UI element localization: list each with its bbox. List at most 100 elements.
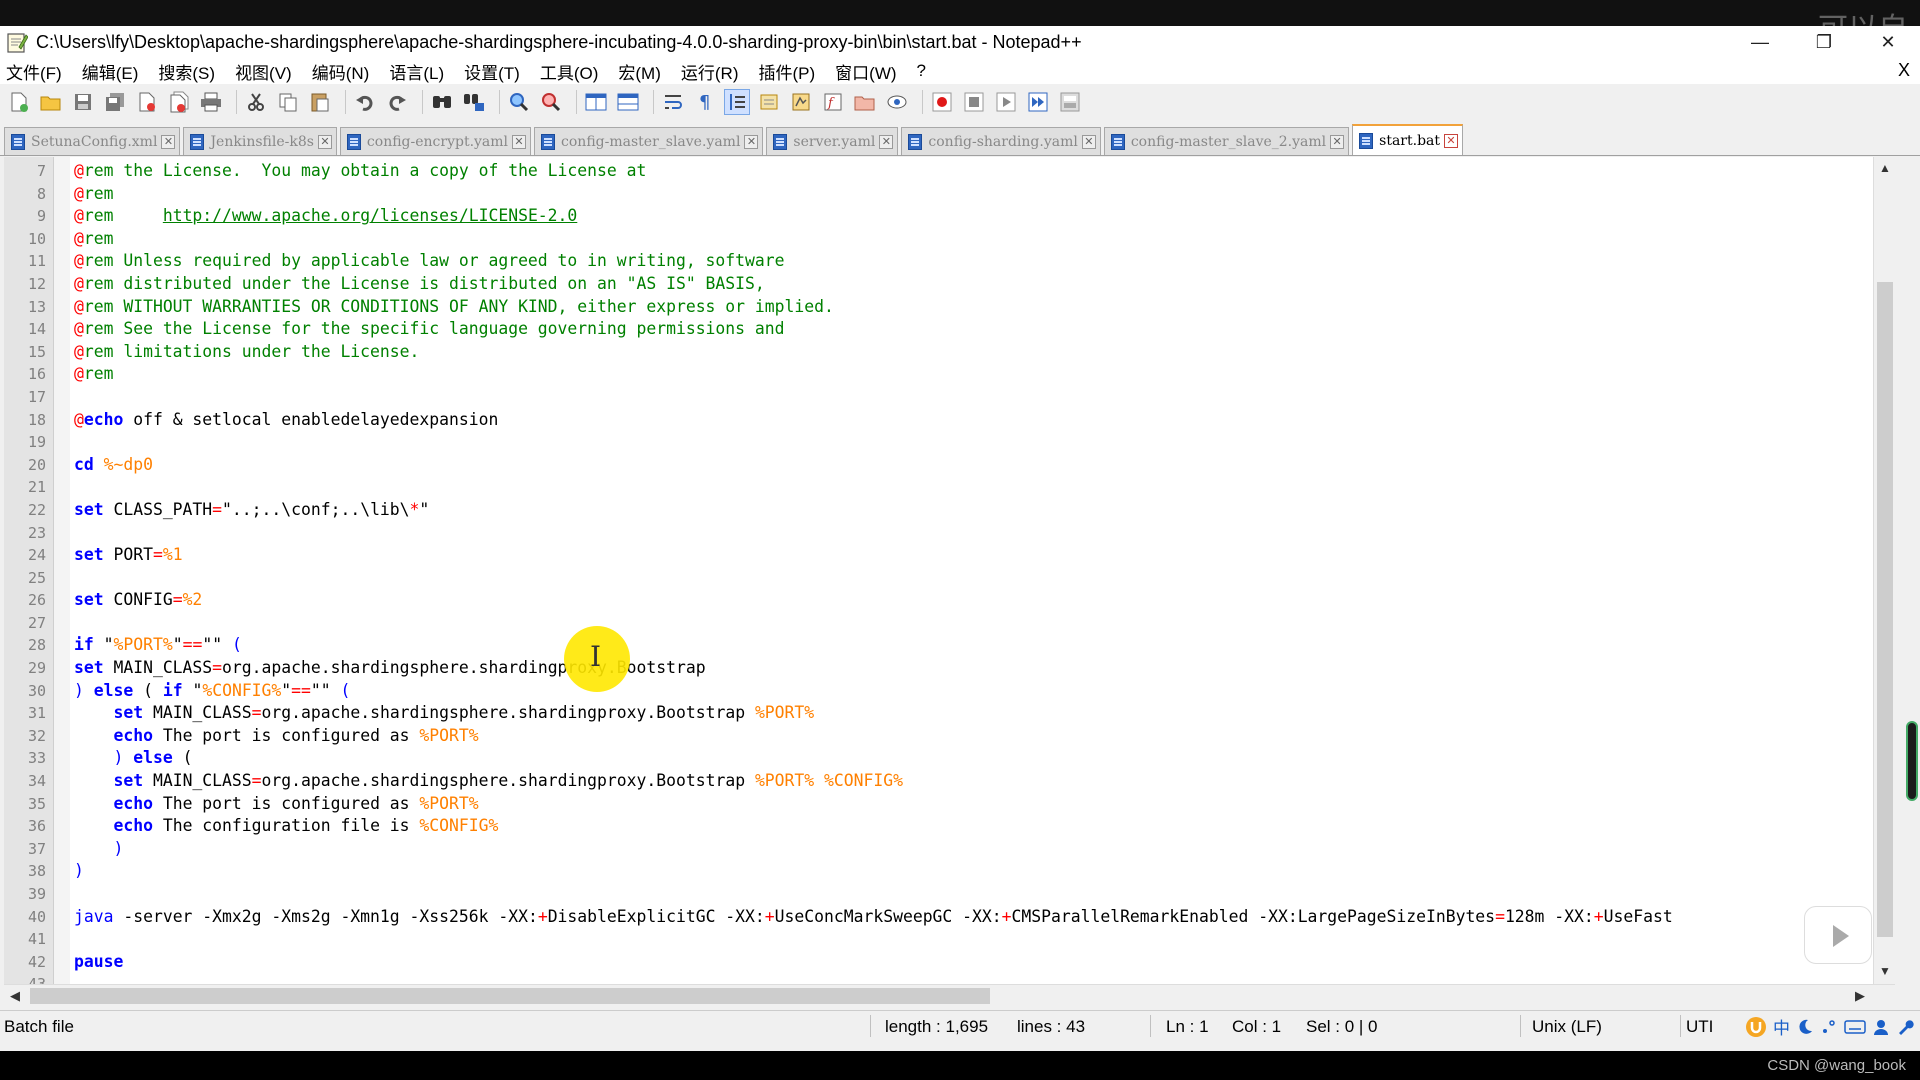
keyboard-icon[interactable] bbox=[1844, 1018, 1866, 1036]
code-line[interactable]: 24 set PORT=%1 bbox=[4, 544, 1895, 567]
tab-close-icon[interactable]: ✕ bbox=[512, 134, 527, 149]
code-line[interactable]: 22 set CLASS_PATH="..;..\conf;..\lib\*" bbox=[4, 499, 1895, 522]
save-macro-icon[interactable] bbox=[1057, 89, 1083, 115]
copy-icon[interactable] bbox=[275, 89, 301, 115]
indent-guide-icon[interactable] bbox=[724, 89, 750, 115]
code-line[interactable]: 30) else ( if "%CONFIG%"=="" ( bbox=[4, 680, 1895, 703]
code-line[interactable]: 31 set MAIN_CLASS=org.apache.shardingsph… bbox=[4, 702, 1895, 725]
folder-as-workspace-icon[interactable] bbox=[852, 89, 878, 115]
word-wrap-icon[interactable] bbox=[660, 89, 686, 115]
tab-config-master-slave-2-yaml[interactable]: config-master_slave_2.yaml ✕ bbox=[1103, 127, 1350, 155]
tab-close-icon[interactable]: ✕ bbox=[879, 134, 894, 149]
menu-language[interactable]: 语言(L) bbox=[389, 59, 444, 84]
code-line[interactable]: 41 bbox=[4, 928, 1895, 951]
code-line[interactable]: 13 @rem WITHOUT WARRANTIES OR CONDITIONS … bbox=[4, 296, 1895, 319]
menu-file[interactable]: 文件(F) bbox=[6, 59, 62, 84]
playback-macro-icon[interactable] bbox=[993, 89, 1019, 115]
tab-close-icon[interactable]: ✕ bbox=[161, 134, 176, 149]
show-all-characters-icon[interactable]: ¶ bbox=[692, 89, 718, 115]
code-line[interactable]: 29 set MAIN_CLASS=org.apache.shardingsphe… bbox=[4, 657, 1895, 680]
tab-setunaconfig-xml[interactable]: SetunaConfig.xml ✕ bbox=[4, 127, 181, 155]
code-line[interactable]: 11 @rem Unless required by applicable law… bbox=[4, 250, 1895, 273]
stop-recording-icon[interactable] bbox=[961, 89, 987, 115]
open-file-icon[interactable] bbox=[38, 89, 64, 115]
code-line[interactable]: 14 @rem See the License for the specific … bbox=[4, 318, 1895, 341]
scroll-left-icon[interactable]: ◀ bbox=[10, 988, 20, 1004]
code-line[interactable]: 8 @rem bbox=[4, 183, 1895, 206]
undo-icon[interactable] bbox=[352, 89, 378, 115]
tab-close-icon[interactable]: ✕ bbox=[1330, 134, 1345, 149]
cut-icon[interactable] bbox=[243, 89, 269, 115]
code-line[interactable]: 12 @rem distributed under the License is … bbox=[4, 273, 1895, 296]
code-line[interactable]: 40 java -server -Xmx2g -Xms2g -Xmn1g -Xss… bbox=[4, 906, 1895, 929]
run-macro-multiple-icon[interactable] bbox=[1025, 89, 1051, 115]
menu-edit[interactable]: 编辑(E) bbox=[82, 59, 139, 84]
horizontal-scrollbar[interactable]: ◀ ▶ bbox=[4, 984, 1895, 1006]
tab-jenkinsfile-k8s[interactable]: Jenkinsfile-k8s ✕ bbox=[183, 127, 337, 155]
video-play-icon[interactable] bbox=[1804, 906, 1872, 964]
status-encoding[interactable]: UTI bbox=[1686, 1017, 1713, 1037]
code-line[interactable]: 23 bbox=[4, 522, 1895, 545]
code-line[interactable]: 16 @rem bbox=[4, 363, 1895, 386]
close-window-button[interactable]: ✕ bbox=[1856, 26, 1920, 58]
status-eol[interactable]: Unix (LF) bbox=[1532, 1017, 1602, 1037]
code-line[interactable]: 25 bbox=[4, 567, 1895, 590]
code-line[interactable]: 37 ) bbox=[4, 838, 1895, 861]
restore-button[interactable]: ❐ bbox=[1792, 26, 1856, 58]
scroll-right-icon[interactable]: ▶ bbox=[1855, 988, 1865, 1004]
menu-search[interactable]: 搜索(S) bbox=[158, 59, 215, 84]
function-list-icon[interactable]: f bbox=[820, 89, 846, 115]
close-icon[interactable] bbox=[134, 89, 160, 115]
replace-icon[interactable] bbox=[461, 89, 487, 115]
tab-close-icon[interactable]: ✕ bbox=[1081, 134, 1096, 149]
menu-help[interactable]: ? bbox=[917, 61, 926, 81]
horizontal-scroll-thumb[interactable] bbox=[30, 988, 990, 1004]
code-line[interactable]: 43 bbox=[4, 973, 1895, 984]
menu-view[interactable]: 视图(V) bbox=[235, 59, 292, 84]
code-line[interactable]: 7 @rem the License. You may obtain a copy… bbox=[4, 160, 1895, 183]
document-map-icon[interactable] bbox=[788, 89, 814, 115]
menu-window[interactable]: 窗口(W) bbox=[835, 59, 896, 84]
close-all-icon[interactable] bbox=[166, 89, 192, 115]
ime-chinese-mode[interactable]: 中 bbox=[1773, 1014, 1790, 1039]
code-line[interactable]: 21 bbox=[4, 476, 1895, 499]
wrench-icon[interactable] bbox=[1896, 1018, 1914, 1036]
save-icon[interactable] bbox=[70, 89, 96, 115]
record-macro-icon[interactable] bbox=[929, 89, 955, 115]
code-line[interactable]: 19 bbox=[4, 431, 1895, 454]
find-icon[interactable] bbox=[429, 89, 455, 115]
menu-settings[interactable]: 设置(T) bbox=[464, 59, 520, 84]
tab-server-yaml[interactable]: server.yaml ✕ bbox=[766, 127, 899, 155]
scroll-up-icon[interactable]: ▲ bbox=[1878, 161, 1892, 175]
code-line[interactable]: 36 echo The configuration file is %CONFI… bbox=[4, 815, 1895, 838]
tab-config-encrypt-yaml[interactable]: config-encrypt.yaml ✕ bbox=[339, 127, 532, 155]
code-line[interactable]: 10 @rem bbox=[4, 228, 1895, 251]
code-line[interactable]: 27 bbox=[4, 612, 1895, 635]
code-line[interactable]: 38) bbox=[4, 860, 1895, 883]
code-line[interactable]: 18 @echo off & setlocal enabledelayedexpa… bbox=[4, 409, 1895, 432]
menu-run[interactable]: 运行(R) bbox=[681, 59, 739, 84]
tab-close-icon[interactable]: ✕ bbox=[317, 134, 332, 149]
zoom-in-icon[interactable] bbox=[506, 89, 532, 115]
tab-config-master-slave-yaml[interactable]: config-master_slave.yaml ✕ bbox=[534, 127, 764, 155]
tab-config-sharding-yaml[interactable]: config-sharding.yaml ✕ bbox=[901, 127, 1101, 155]
menu-tools[interactable]: 工具(O) bbox=[540, 59, 599, 84]
video-scroll-grip[interactable] bbox=[1906, 721, 1918, 801]
code-editor[interactable]: 7 @rem the License. You may obtain a copy… bbox=[4, 157, 1895, 984]
user-icon[interactable] bbox=[1872, 1018, 1890, 1036]
ime-logo-icon[interactable] bbox=[1745, 1016, 1767, 1038]
code-line[interactable]: 20 cd %~dp0 bbox=[4, 454, 1895, 477]
user-defined-language-icon[interactable] bbox=[756, 89, 782, 115]
vertical-scroll-thumb[interactable] bbox=[1877, 282, 1893, 937]
code-line[interactable]: 17 bbox=[4, 386, 1895, 409]
tab-start-bat[interactable]: start.bat ✕ bbox=[1352, 124, 1464, 155]
menu-macro[interactable]: 宏(M) bbox=[618, 59, 660, 84]
minimize-button[interactable]: — bbox=[1728, 26, 1792, 58]
url-link[interactable]: http://www.apache.org/licenses/LICENSE-2… bbox=[163, 206, 577, 225]
code-line[interactable]: 42 pause bbox=[4, 951, 1895, 974]
close-document-button[interactable]: X bbox=[1898, 60, 1910, 81]
print-icon[interactable] bbox=[198, 89, 224, 115]
menu-plugins[interactable]: 插件(P) bbox=[758, 59, 815, 84]
code-line[interactable]: 15 @rem limitations under the License. bbox=[4, 341, 1895, 364]
code-line[interactable]: 35 echo The port is configured as %PORT% bbox=[4, 793, 1895, 816]
